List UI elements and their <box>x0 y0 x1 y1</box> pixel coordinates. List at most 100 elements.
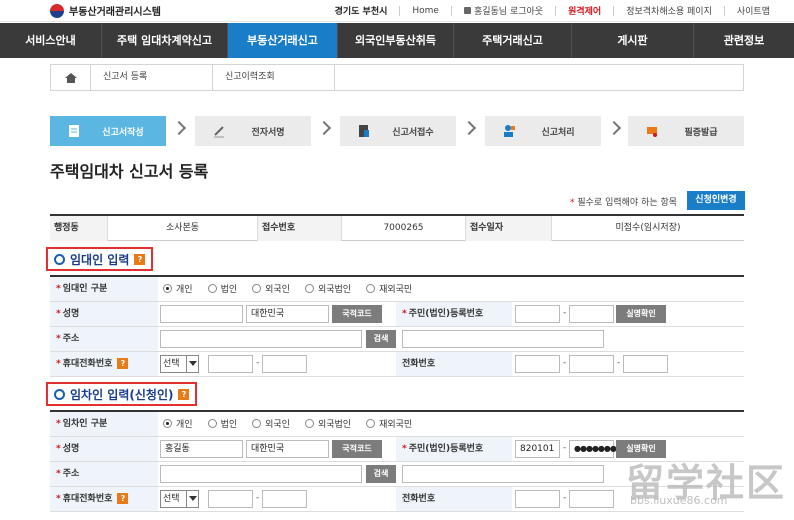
lessee-type-overseas-korean[interactable]: 재외국민 <box>366 417 412 430</box>
lessor-type-foreigner[interactable]: 외국인 <box>252 282 290 295</box>
site-logo[interactable]: 부동산거래관리시스템 <box>50 3 161 18</box>
remote-control-link[interactable]: 원격제어 <box>568 4 601 17</box>
lessor-type-label: * 임대인 구분 <box>50 277 158 301</box>
lessor-mobile-label: * 휴대전화번호? <box>50 352 158 376</box>
lessee-nation-code-button[interactable]: 국적코드 <box>332 440 382 458</box>
admin-dong-value: 소사본동 <box>108 216 258 241</box>
lessee-phone-area-input[interactable] <box>515 490 560 508</box>
nav-item-foreigner-acquisition[interactable]: 외국인부동산취득 <box>338 23 454 58</box>
nav-item-board[interactable]: 게시판 <box>572 23 694 58</box>
document-icon <box>69 125 79 137</box>
lessor-phone-mid-input[interactable] <box>569 355 614 373</box>
lessee-type-foreigner[interactable]: 외국인 <box>252 417 290 430</box>
lessor-nationality-input[interactable]: 대한민국 <box>246 305 329 323</box>
file-submit-icon <box>359 125 369 137</box>
top-bar: 부동산거래관리시스템 경기도 부천시 Home 홍길동님 로그아웃 원격제어 정… <box>0 0 794 22</box>
breadcrumb-home[interactable] <box>51 65 91 90</box>
lessor-id-front-input[interactable] <box>515 305 560 323</box>
lessor-nation-code-button[interactable]: 국적코드 <box>332 305 382 323</box>
lessor-address-detail-input[interactable] <box>402 330 604 348</box>
lessor-name-label: * 성명 <box>50 302 158 326</box>
lessor-mobile-end-input[interactable] <box>262 355 307 373</box>
lessee-mobile-mid-input[interactable] <box>208 490 253 508</box>
lessor-phone-area-input[interactable] <box>515 355 560 373</box>
lessee-address-detail-input[interactable] <box>402 465 604 483</box>
lessor-verify-button[interactable]: 실명확인 <box>616 305 666 323</box>
lessor-type-overseas-korean[interactable]: 재외국민 <box>366 282 412 295</box>
region-label: 경기도 부천시 <box>334 7 388 17</box>
lessee-id-label: * 주민(법인)등록번호 <box>396 437 512 461</box>
lessor-type-foreign-corp[interactable]: 외국법인 <box>304 282 351 295</box>
lessee-nationality-input[interactable]: 대한민국 <box>246 440 329 458</box>
nav-item-housing-report[interactable]: 주택거래신고 <box>454 23 572 58</box>
lessor-mobile-mid-input[interactable] <box>208 355 253 373</box>
lessor-type-individual[interactable]: 개인 <box>163 282 193 295</box>
lessee-type-corporation[interactable]: 법인 <box>207 417 237 430</box>
lock-icon <box>463 7 471 14</box>
logout-link[interactable]: 홍길동님 로그아웃 <box>463 4 543 17</box>
lessee-mobile-prefix-select[interactable]: 선택 <box>160 490 199 508</box>
progress-steps: 신고서작성 전자서명 신고서접수 신고처리 필증발급 <box>50 116 744 146</box>
lessor-id-back-input[interactable] <box>569 305 614 323</box>
accessibility-page-link[interactable]: 정보격차해소용 페이지 <box>626 4 712 17</box>
lessee-mobile-end-input[interactable] <box>262 490 307 508</box>
lessee-type-foreign-corp[interactable]: 외국법인 <box>304 417 351 430</box>
utility-links: 경기도 부천시 Home 홍길동님 로그아웃 원격제어 정보격차해소용 페이지 … <box>335 4 770 17</box>
breadcrumb-report-history[interactable]: 신고이력조회 <box>213 65 335 90</box>
taegeuk-logo-icon <box>50 3 64 18</box>
receipt-date-value: 미접수(임시저장) <box>615 223 681 233</box>
report-info-table: 행정동 소사본동 접수번호 7000265 접수일자 미접수(임시저장) <box>50 214 744 241</box>
lessor-phone-end-input[interactable] <box>623 355 668 373</box>
watermark-url: bbs.liuxue86.com <box>630 494 728 507</box>
lessor-phone-label: 전화번호 <box>396 352 512 376</box>
step-write: 신고서작성 <box>50 116 166 146</box>
lessee-type-row: * 임차인 구분 개인 법인 외국인 외국법인 재외국민 <box>50 412 744 437</box>
lessor-mobile-prefix-select[interactable]: 선택 <box>160 355 199 373</box>
breadcrumb-report-register[interactable]: 신고서 등록 <box>91 65 213 90</box>
lessee-address-search-button[interactable]: 검색 <box>366 465 396 483</box>
lessee-type-label: * 임차인 구분 <box>50 412 158 436</box>
lessor-name-input[interactable] <box>160 305 243 323</box>
chevron-down-icon <box>186 491 198 507</box>
help-icon[interactable]: ? <box>178 388 190 400</box>
sitemap-link[interactable]: 사이트맵 <box>737 4 770 17</box>
lessee-address-label: * 주소 <box>50 462 158 486</box>
nav-item-related-info[interactable]: 관련정보 <box>694 23 794 58</box>
breadcrumb: 신고서 등록 신고이력조회 <box>50 64 744 91</box>
lessee-name-input[interactable]: 홍길동 <box>160 440 243 458</box>
lessee-phone-mid-input[interactable] <box>569 490 614 508</box>
logo-text: 부동산거래관리시스템 <box>69 7 161 18</box>
page-title: 주택임대차 신고서 등록 <box>50 162 209 181</box>
home-icon <box>64 73 77 83</box>
lessor-type-corporation[interactable]: 법인 <box>207 282 237 295</box>
lessor-address-search-button[interactable]: 검색 <box>366 330 396 348</box>
chevron-down-icon <box>186 356 198 372</box>
chevron-right-icon <box>316 120 332 136</box>
receipt-no-label: 접수번호 <box>258 216 342 241</box>
help-icon[interactable]: ? <box>134 253 146 265</box>
lessee-section-title: 임차인 입력(신청인) ? <box>46 382 198 406</box>
lessor-address-row: * 주소 검색 <box>50 327 744 352</box>
lessee-type-individual[interactable]: 개인 <box>163 417 193 430</box>
lessee-phone-label: 전화번호 <box>396 487 512 511</box>
change-applicant-button[interactable]: 신청인변경 <box>687 191 745 210</box>
help-icon[interactable]: ? <box>117 358 129 369</box>
main-nav: 서비스안내 주택 임대차계약신고 부동산거래신고 외국인부동산취득 주택거래신고… <box>0 23 794 58</box>
lessee-address-input[interactable] <box>160 465 362 483</box>
lessee-id-back-input[interactable]: ●●●●●●● <box>569 440 617 458</box>
circle-bullet-icon <box>54 388 65 400</box>
help-icon[interactable]: ? <box>117 493 129 504</box>
chevron-right-icon <box>606 120 622 136</box>
lessor-address-input[interactable] <box>160 330 362 348</box>
home-link[interactable]: Home <box>412 6 439 16</box>
step-sign: 전자서명 <box>195 116 311 146</box>
nav-item-service-info[interactable]: 서비스안내 <box>0 23 102 58</box>
lessee-id-front-input[interactable]: 820101 <box>515 440 560 458</box>
lessee-type-radios: 개인 법인 외국인 외국법인 재외국민 <box>163 417 427 430</box>
nav-item-real-estate-report[interactable]: 부동산거래신고 <box>228 23 338 58</box>
lessor-phone-row: * 휴대전화번호? 선택 - 전화번호 - - <box>50 352 744 377</box>
lessor-name-row: * 성명 대한민국 국적코드 * 주민(법인)등록번호 - 실명확인 <box>50 302 744 327</box>
nav-item-lease-report[interactable]: 주택 임대차계약신고 <box>102 23 228 58</box>
chevron-right-icon <box>171 120 187 136</box>
required-note: * 필수로 입력해야 하는 항목 <box>570 198 678 208</box>
